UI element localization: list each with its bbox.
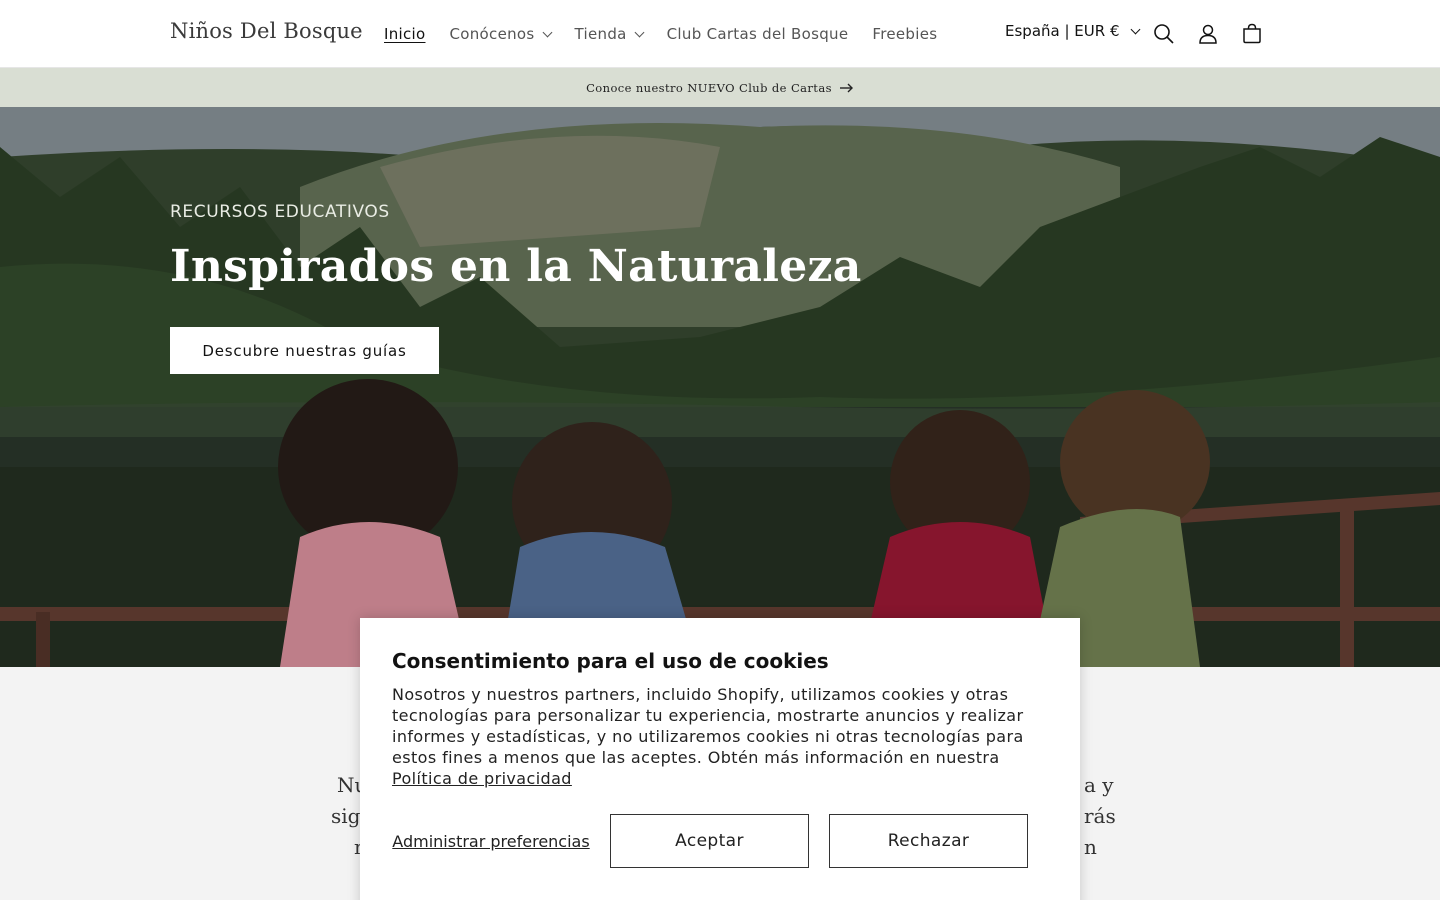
nav-item-label: Freebies bbox=[872, 25, 938, 43]
intro-text-fragment: n bbox=[1084, 835, 1097, 859]
announcement-bar[interactable]: Conoce nuestro NUEVO Club de Cartas bbox=[0, 68, 1440, 107]
hero-eyebrow: RECURSOS EDUCATIVOS bbox=[170, 202, 390, 222]
hero-title: Inspirados en la Naturaleza bbox=[170, 241, 862, 292]
intro-text-fragment: sig bbox=[331, 804, 361, 828]
hero-cta-button[interactable]: Descubre nuestras guías bbox=[170, 327, 439, 374]
chevron-down-icon bbox=[1130, 24, 1140, 34]
hero-banner: RECURSOS EDUCATIVOS Inspirados en la Nat… bbox=[0, 107, 1440, 667]
intro-text-fragment: rás bbox=[1084, 804, 1116, 828]
nav-item-club-cartas[interactable]: Club Cartas del Bosque bbox=[655, 25, 861, 43]
privacy-policy-link[interactable]: Política de privacidad bbox=[392, 769, 572, 788]
nav-item-label: Club Cartas del Bosque bbox=[666, 25, 849, 43]
cookie-description: Nosotros y nuestros partners, incluido S… bbox=[392, 684, 1052, 789]
nav-item-label: Inicio bbox=[384, 25, 426, 43]
cart-icon[interactable] bbox=[1238, 20, 1266, 48]
cookie-body-text: Nosotros y nuestros partners, incluido S… bbox=[392, 685, 1024, 767]
nav-item-freebies[interactable]: Freebies bbox=[860, 25, 949, 43]
site-logo[interactable]: Niños Del Bosque bbox=[170, 19, 363, 43]
announcement-text: Conoce nuestro NUEVO Club de Cartas bbox=[586, 80, 832, 95]
arrow-right-icon bbox=[839, 83, 853, 92]
cookie-title: Consentimiento para el uso de cookies bbox=[392, 649, 829, 673]
chevron-down-icon bbox=[634, 27, 645, 37]
reject-cookies-button[interactable]: Rechazar bbox=[829, 814, 1028, 868]
nav-item-label: Conócenos bbox=[449, 25, 535, 43]
main-nav: Inicio Conócenos Tienda Club Cartas del … bbox=[372, 0, 949, 68]
cookie-consent-banner: Consentimiento para el uso de cookies No… bbox=[360, 618, 1080, 900]
manage-preferences-button[interactable]: Administrar preferencias bbox=[392, 814, 590, 868]
country-selector[interactable]: España | EUR € bbox=[1005, 22, 1140, 40]
nav-item-conocenos[interactable]: Conócenos bbox=[438, 25, 563, 43]
nav-item-inicio[interactable]: Inicio bbox=[372, 25, 438, 43]
accept-cookies-button[interactable]: Aceptar bbox=[610, 814, 809, 868]
search-icon[interactable] bbox=[1150, 20, 1178, 48]
nav-item-label: Tienda bbox=[574, 25, 627, 43]
account-icon[interactable] bbox=[1194, 20, 1222, 48]
chevron-down-icon bbox=[542, 27, 552, 37]
site-header: Niños Del Bosque Inicio Conócenos Tienda… bbox=[0, 0, 1440, 68]
hero-overlay bbox=[0, 107, 1440, 667]
nav-item-tienda[interactable]: Tienda bbox=[563, 25, 655, 43]
country-selector-label: España | EUR € bbox=[1005, 22, 1120, 40]
intro-text-fragment: a y bbox=[1084, 773, 1114, 797]
